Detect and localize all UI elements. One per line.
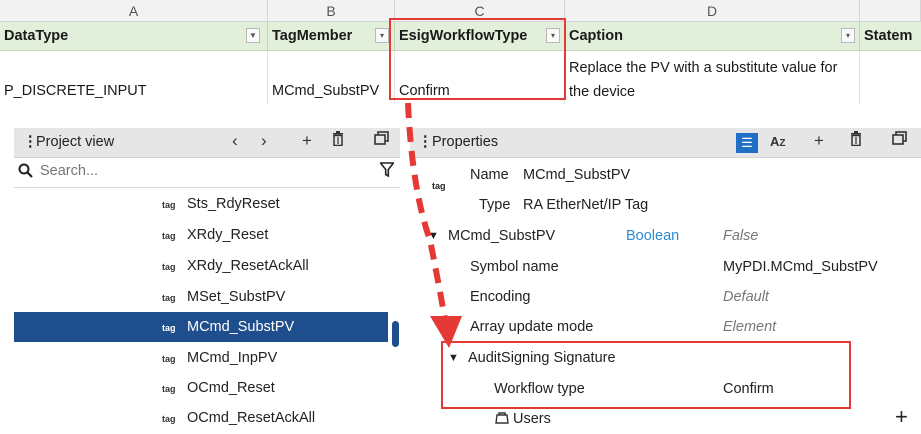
filter-icon[interactable] [378, 162, 396, 182]
member-datatype: Boolean [626, 228, 680, 244]
tag-icon: tag [162, 414, 176, 424]
tree-item[interactable]: tag OCmd_ResetAckAll [14, 403, 388, 433]
filter-sort-icon[interactable]: ▼ [246, 28, 260, 43]
trash-icon[interactable] [332, 131, 344, 151]
member-value[interactable]: False [723, 228, 758, 244]
project-view-panel: ⋮ Project view ‹ › + tag Sts_RdyReset tag… [0, 124, 404, 426]
cell-tagmember-text: MCmd_SubstPV [272, 83, 380, 99]
header-caption-label: Caption [569, 28, 623, 44]
caret-down-icon[interactable]: ▼ [428, 230, 439, 242]
header-statement[interactable]: Statem [860, 22, 921, 51]
tree-item[interactable]: tag MCmd_InpPV [14, 343, 388, 373]
tree-item-label: XRdy_Reset [187, 227, 269, 243]
member-name[interactable]: MCmd_SubstPV [448, 228, 555, 244]
symbol-name-label: Symbol name [470, 259, 559, 275]
tag-icon: tag [162, 231, 176, 241]
column-header-b[interactable]: B [268, 0, 395, 22]
column-header-a[interactable]: A [0, 0, 268, 22]
cell-datatype[interactable]: P_DISCRETE_INPUT [0, 51, 268, 104]
search-input[interactable] [40, 163, 370, 179]
tag-type-icon: tag [432, 181, 446, 191]
project-view-toolbar: ⋮ Project view ‹ › + [14, 128, 400, 158]
tree-item[interactable]: tag Sts_RdyReset [14, 189, 388, 219]
encoding-value[interactable]: Default [723, 289, 769, 305]
tree-item[interactable]: tag XRdy_Reset [14, 220, 388, 250]
array-update-mode-value[interactable]: Element [723, 319, 776, 335]
chevron-right-icon[interactable]: › [261, 131, 267, 151]
name-value: MCmd_SubstPV [523, 167, 631, 183]
properties-toolbar: ⋮ Properties ☰ AZ + [410, 128, 921, 158]
cell-statement[interactable] [860, 51, 921, 104]
header-tagmember-label: TagMember [272, 28, 353, 44]
tree-item[interactable]: tag OCmd_Reset [14, 373, 388, 403]
alpha-sort-icon[interactable]: AZ [770, 134, 786, 149]
plus-icon[interactable]: + [814, 131, 824, 151]
cell-tagmember[interactable]: MCmd_SubstPV [268, 51, 395, 104]
highlight-esig-column [389, 18, 566, 100]
add-user-icon[interactable]: + [895, 404, 908, 430]
name-label: Name [470, 167, 509, 183]
tree-item-label: MCmd_InpPV [187, 350, 278, 366]
tag-icon: tag [162, 354, 176, 364]
tree-item-label: Sts_RdyReset [187, 196, 280, 212]
tree-item-label: OCmd_ResetAckAll [187, 410, 316, 426]
chevron-left-icon[interactable]: ‹ [232, 131, 238, 151]
tree-item-label: MSet_SubstPV [187, 289, 286, 305]
cell-caption[interactable]: Replace the PV with a substitute value f… [565, 51, 860, 104]
header-datatype[interactable]: DataType ▼ [0, 22, 268, 51]
tree-item[interactable]: tag XRdy_ResetAckAll [14, 251, 388, 281]
filter-dropdown-icon[interactable]: ▾ [841, 28, 855, 43]
properties-title: Properties [432, 134, 499, 150]
tag-icon: tag [162, 200, 176, 210]
type-label: Type [479, 197, 511, 213]
detach-icon[interactable] [374, 131, 389, 151]
header-statement-label: Statem [864, 28, 913, 44]
tree-item[interactable]: tag MSet_SubstPV [14, 282, 388, 312]
project-view-title: Project view [36, 134, 115, 150]
tree-item-label: MCmd_SubstPV [187, 319, 295, 335]
highlight-auditsigning-group [441, 341, 851, 409]
panel-menu-icon[interactable]: ⋮ [418, 134, 433, 150]
header-tagmember[interactable]: TagMember ▾ [268, 22, 395, 51]
tree-item-selected[interactable]: tag MCmd_SubstPV [14, 312, 388, 342]
users-icon [495, 411, 509, 428]
sort-icon[interactable]: ☰ [736, 133, 758, 153]
tag-icon: tag [162, 323, 176, 333]
scrollbar-thumb[interactable] [392, 321, 399, 347]
cell-caption-text: Replace the PV with a substitute value f… [569, 60, 838, 100]
column-header-e[interactable] [860, 0, 921, 22]
trash-icon[interactable] [850, 131, 862, 151]
column-header-d[interactable]: D [565, 0, 860, 22]
search-row [14, 158, 400, 188]
array-update-mode-label: Array update mode [470, 319, 594, 335]
detach-icon[interactable] [892, 131, 907, 151]
users-label[interactable]: Users [513, 411, 551, 427]
cell-datatype-text: P_DISCRETE_INPUT [4, 83, 147, 99]
filter-dropdown-icon[interactable]: ▾ [375, 28, 389, 43]
plus-icon[interactable]: + [302, 131, 312, 151]
header-datatype-label: DataType [4, 28, 69, 44]
tag-icon: tag [162, 262, 176, 272]
encoding-label: Encoding [470, 289, 531, 305]
type-value: RA EtherNet/IP Tag [523, 197, 649, 213]
tree-item-label: OCmd_Reset [187, 380, 275, 396]
symbol-name-value[interactable]: MyPDI.MCmd_SubstPV [723, 259, 878, 275]
tag-icon: tag [162, 384, 176, 394]
header-caption[interactable]: Caption ▾ [565, 22, 860, 51]
search-icon [18, 163, 33, 182]
tree-item-label: XRdy_ResetAckAll [187, 258, 309, 274]
tag-icon: tag [162, 293, 176, 303]
